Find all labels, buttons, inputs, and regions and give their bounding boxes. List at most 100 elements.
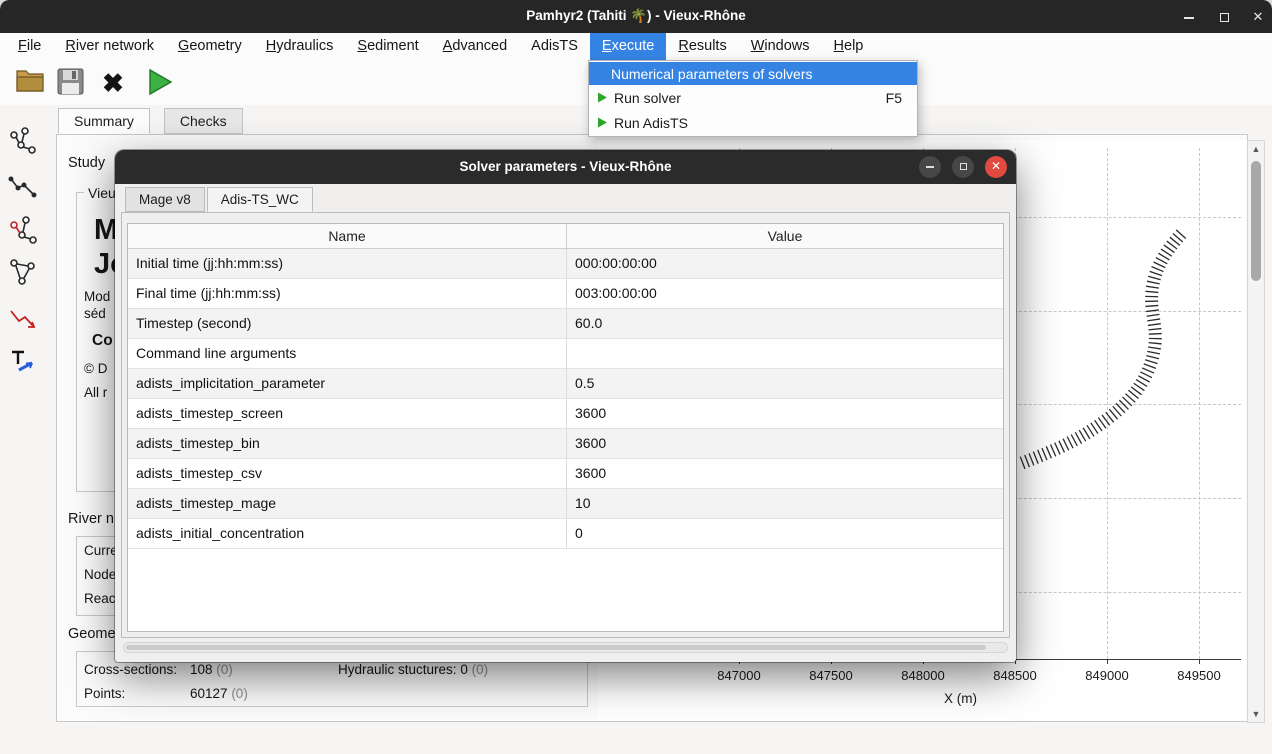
maximize-button[interactable] (1213, 6, 1235, 28)
main-tabbar: Summary Checks (58, 108, 257, 134)
hydraulic-structures-value: 0 (460, 662, 468, 677)
open-folder-icon (15, 68, 45, 94)
x-tick-label: 847000 (704, 668, 774, 683)
window-title: Pamhyr2 (Tahiti 🌴) - Vieux-Rhône (0, 8, 1272, 24)
header-value[interactable]: Value (567, 224, 1003, 248)
param-value[interactable] (567, 339, 1003, 368)
dialog-maximize-button[interactable] (952, 156, 974, 178)
menu-results[interactable]: Results (666, 33, 738, 60)
param-name: Final time (jj:hh:mm:ss) (128, 279, 567, 308)
cross-sections-extra: (0) (216, 662, 233, 677)
menu-adists[interactable]: AdisTS (519, 33, 590, 60)
table-row[interactable]: adists_timestep_csv 3600 (128, 459, 1003, 489)
study-desc-line2: séd (84, 306, 106, 321)
maximize-icon (960, 163, 967, 170)
scroll-up-icon[interactable]: ▲ (1248, 144, 1264, 154)
table-row[interactable]: adists_initial_concentration 0 (128, 519, 1003, 549)
vertical-scrollbar[interactable]: ▲ ▼ (1247, 140, 1265, 723)
table-row[interactable]: adists_timestep_mage 10 (128, 489, 1003, 519)
param-value[interactable]: 003:00:00:00 (567, 279, 1003, 308)
run-solver-button[interactable] (144, 68, 176, 98)
table-row[interactable]: Command line arguments (128, 339, 1003, 369)
menu-advanced[interactable]: Advanced (431, 33, 520, 60)
open-study-button[interactable] (14, 68, 46, 98)
run-icon (597, 92, 608, 103)
dialog-titlebar[interactable]: Solver parameters - Vieux-Rhône ✕ (115, 150, 1016, 184)
menu-sediment[interactable]: Sediment (345, 33, 430, 60)
study-rights-line: All r (84, 385, 107, 400)
menu-file[interactable]: File (6, 33, 53, 60)
table-row[interactable]: Timestep (second) 60.0 (128, 309, 1003, 339)
menu-geometry[interactable]: Geometry (166, 33, 254, 60)
initial-conditions-button[interactable] (8, 346, 38, 376)
minimize-button[interactable] (1178, 6, 1200, 28)
scroll-down-icon[interactable]: ▼ (1248, 709, 1264, 719)
table-row[interactable]: adists_timestep_bin 3600 (128, 429, 1003, 459)
param-name: Command line arguments (128, 339, 567, 368)
param-value[interactable]: 0 (567, 519, 1003, 548)
menu-hydraulics[interactable]: Hydraulics (254, 33, 346, 60)
dialog-close-button[interactable]: ✕ (985, 156, 1007, 178)
x-tick-label: 849500 (1164, 668, 1234, 683)
boundary-conditions-button[interactable] (8, 215, 38, 245)
minimize-icon (1184, 17, 1194, 19)
tab-summary[interactable]: Summary (58, 108, 150, 134)
points-label: Points: (84, 686, 125, 701)
param-value[interactable]: 0.5 (567, 369, 1003, 398)
menu-item-run-adists[interactable]: Run AdisTS (589, 110, 917, 135)
sediment-profile-button[interactable] (8, 303, 38, 333)
close-study-button[interactable]: ✖ (97, 68, 129, 98)
tab-checks[interactable]: Checks (164, 108, 243, 134)
menu-execute[interactable]: Execute (590, 33, 666, 60)
scrollbar-thumb[interactable] (1251, 161, 1261, 281)
menu-river-network[interactable]: River network (53, 33, 166, 60)
titlebar[interactable]: Pamhyr2 (Tahiti 🌴) - Vieux-Rhône ✕ (0, 0, 1272, 33)
river-network-button[interactable] (8, 126, 38, 156)
dialog-horizontal-scrollbar[interactable] (123, 642, 1008, 653)
param-name: adists_initial_concentration (128, 519, 567, 548)
hydraulic-structures-label: Hydraulic stuctures: 0 (0) (338, 662, 488, 677)
menu-help[interactable]: Help (822, 33, 876, 60)
geometry-profile-icon (8, 172, 38, 202)
param-value[interactable]: 3600 (567, 459, 1003, 488)
param-name: adists_timestep_mage (128, 489, 567, 518)
tab-adis-ts-wc[interactable]: Adis-TS_WC (207, 187, 313, 212)
parameters-table: Name Value Initial time (jj:hh:mm:ss) 00… (127, 223, 1004, 632)
geometry-profile-button[interactable] (8, 172, 38, 202)
x-tick-label: 847500 (796, 668, 866, 683)
save-button[interactable] (54, 68, 86, 98)
header-name[interactable]: Name (128, 224, 567, 248)
geometry-section-label: Geome (68, 626, 116, 642)
left-toolbar (0, 105, 56, 754)
scrollbar-thumb[interactable] (126, 645, 986, 650)
study-section-label: Study (68, 155, 105, 171)
x-tickmark (1107, 659, 1108, 664)
param-name: Initial time (jj:hh:mm:ss) (128, 249, 567, 278)
menu-windows[interactable]: Windows (739, 33, 822, 60)
cross-sections-value: 108 (0) (190, 662, 233, 677)
x-tickmark (1199, 659, 1200, 664)
dialog-minimize-button[interactable] (919, 156, 941, 178)
param-value[interactable]: 3600 (567, 429, 1003, 458)
table-row[interactable]: adists_implicitation_parameter 0.5 (128, 369, 1003, 399)
param-value[interactable]: 000:00:00:00 (567, 249, 1003, 278)
menu-item-numerical-parameters[interactable]: Numerical parameters of solvers (589, 62, 917, 85)
cross-sections-label: Cross-sections: (84, 662, 177, 677)
lateral-contributions-button[interactable] (8, 257, 38, 287)
tab-mage-v8[interactable]: Mage v8 (125, 187, 205, 212)
river-line-reaches: Reac (84, 591, 116, 606)
dialog-title: Solver parameters - Vieux-Rhône (115, 159, 1016, 174)
app-window: Pamhyr2 (Tahiti 🌴) - Vieux-Rhône ✕ FileR… (0, 0, 1272, 754)
sediment-profile-icon (8, 303, 38, 333)
param-value[interactable]: 60.0 (567, 309, 1003, 338)
param-value[interactable]: 3600 (567, 399, 1003, 428)
table-row[interactable]: Initial time (jj:hh:mm:ss) 000:00:00:00 (128, 249, 1003, 279)
close-button[interactable]: ✕ (1247, 6, 1269, 28)
menu-item-run-solver[interactable]: Run solver F5 (589, 85, 917, 110)
river-line-nodes: Node (84, 567, 116, 582)
river-network-icon (8, 126, 38, 156)
param-value[interactable]: 10 (567, 489, 1003, 518)
table-row[interactable]: Final time (jj:hh:mm:ss) 003:00:00:00 (128, 279, 1003, 309)
table-row[interactable]: adists_timestep_screen 3600 (128, 399, 1003, 429)
param-name: adists_implicitation_parameter (128, 369, 567, 398)
